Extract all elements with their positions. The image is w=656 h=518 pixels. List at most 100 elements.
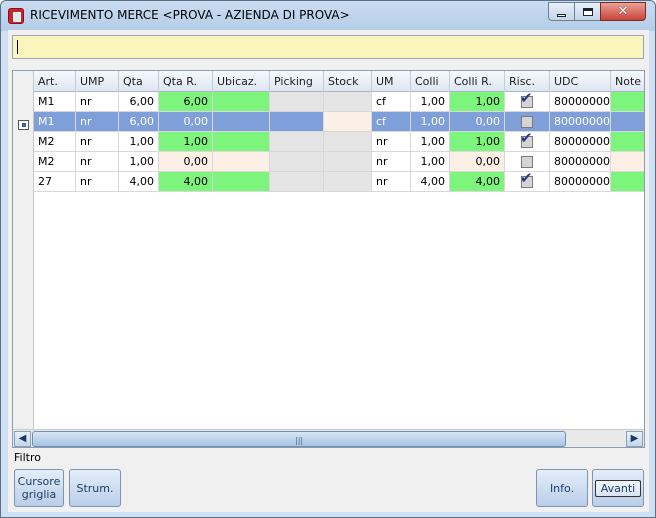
table-row[interactable]: M1 nr 6,00 6,00 cf 1,00 1,00 ✔ 800000001 bbox=[34, 92, 644, 112]
risc-checkbox-checked[interactable]: ✔ bbox=[520, 92, 533, 108]
column-header-um[interactable]: UM bbox=[372, 71, 411, 92]
cell-risc[interactable]: ✔ bbox=[505, 132, 550, 152]
cell-stock[interactable] bbox=[324, 92, 372, 112]
cell-ubicaz[interactable] bbox=[213, 172, 270, 192]
column-header-qta-r[interactable]: Qta R. bbox=[159, 71, 213, 92]
cell-qta[interactable]: 6,00 bbox=[119, 112, 159, 132]
column-header-colli-r[interactable]: Colli R. bbox=[450, 71, 505, 92]
cell-ump[interactable]: nr bbox=[76, 112, 119, 132]
cell-stock[interactable] bbox=[324, 132, 372, 152]
column-header-qta[interactable]: Qta bbox=[119, 71, 159, 92]
cell-ubicaz[interactable] bbox=[213, 112, 270, 132]
cell-colli[interactable]: 1,00 bbox=[411, 132, 450, 152]
cell-qta[interactable]: 1,00 bbox=[119, 132, 159, 152]
barcode-input[interactable] bbox=[12, 35, 644, 59]
scrollbar-thumb[interactable]: ||| bbox=[32, 431, 566, 447]
cell-note[interactable] bbox=[611, 112, 644, 132]
risc-checkbox-checked[interactable]: ✔ bbox=[520, 172, 533, 188]
cell-ump[interactable]: nr bbox=[76, 152, 119, 172]
column-header-ubicaz[interactable]: Ubicaz. bbox=[213, 71, 270, 92]
cell-colli-r[interactable]: 1,00 bbox=[450, 92, 505, 112]
cell-qta[interactable]: 4,00 bbox=[119, 172, 159, 192]
cell-colli[interactable]: 1,00 bbox=[411, 152, 450, 172]
cell-note[interactable] bbox=[611, 152, 644, 172]
avanti-button[interactable]: Avanti bbox=[592, 469, 644, 507]
cell-colli-r[interactable]: 4,00 bbox=[450, 172, 505, 192]
cell-art[interactable]: M1 bbox=[34, 92, 76, 112]
cell-art[interactable]: M1 bbox=[34, 112, 76, 132]
cell-art[interactable]: M2 bbox=[34, 152, 76, 172]
cell-picking[interactable] bbox=[270, 152, 324, 172]
cell-udc[interactable]: 800000005 bbox=[550, 172, 611, 192]
cell-risc[interactable] bbox=[505, 112, 550, 132]
cell-qta[interactable]: 1,00 bbox=[119, 152, 159, 172]
cell-colli[interactable]: 1,00 bbox=[411, 112, 450, 132]
cell-qta[interactable]: 6,00 bbox=[119, 92, 159, 112]
minimize-button[interactable] bbox=[548, 2, 575, 21]
cell-qta-r[interactable]: 4,00 bbox=[159, 172, 213, 192]
cell-um[interactable]: nr bbox=[372, 152, 411, 172]
cell-ump[interactable]: nr bbox=[76, 172, 119, 192]
cell-udc[interactable]: 800000004 bbox=[550, 152, 611, 172]
cell-picking[interactable] bbox=[270, 132, 324, 152]
column-header-risc[interactable]: Risc. bbox=[505, 71, 550, 92]
cell-ump[interactable]: nr bbox=[76, 92, 119, 112]
cell-ubicaz[interactable] bbox=[213, 152, 270, 172]
column-header-art[interactable]: Art. bbox=[34, 71, 76, 92]
table-row-selected[interactable]: M1 nr 6,00 0,00 cf 1,00 0,00 800000002 bbox=[34, 112, 644, 132]
cell-stock[interactable] bbox=[324, 172, 372, 192]
cell-um[interactable]: nr bbox=[372, 132, 411, 152]
cell-colli-r[interactable]: 0,00 bbox=[450, 112, 505, 132]
cell-udc[interactable]: 800000001 bbox=[550, 92, 611, 112]
column-header-ump[interactable]: UMP bbox=[76, 71, 119, 92]
cell-colli[interactable]: 1,00 bbox=[411, 92, 450, 112]
cell-risc[interactable]: ✔ bbox=[505, 172, 550, 192]
cell-ump[interactable]: nr bbox=[76, 132, 119, 152]
goods-grid[interactable]: Art. UMP Qta Qta R. Ubicaz. Picking Stoc… bbox=[12, 70, 645, 448]
column-header-udc[interactable]: UDC bbox=[550, 71, 611, 92]
strum-button[interactable]: Strum. bbox=[69, 469, 121, 507]
table-row[interactable]: M2 nr 1,00 0,00 nr 1,00 0,00 800000004 bbox=[34, 152, 644, 172]
cell-picking[interactable] bbox=[270, 172, 324, 192]
cell-colli[interactable]: 4,00 bbox=[411, 172, 450, 192]
risc-checkbox-checked[interactable]: ✔ bbox=[520, 132, 533, 148]
table-row[interactable]: M2 nr 1,00 1,00 nr 1,00 1,00 ✔ 800000003 bbox=[34, 132, 644, 152]
cursore-griglia-button[interactable]: Cursore griglia bbox=[14, 469, 64, 507]
cell-qta-r[interactable]: 6,00 bbox=[159, 92, 213, 112]
column-header-stock[interactable]: Stock bbox=[324, 71, 372, 92]
cell-stock-focused[interactable] bbox=[324, 112, 372, 132]
cell-picking[interactable] bbox=[270, 92, 324, 112]
cell-note[interactable] bbox=[611, 132, 644, 152]
cell-um[interactable]: cf bbox=[372, 112, 411, 132]
risc-checkbox-unchecked[interactable] bbox=[521, 115, 533, 128]
cell-ubicaz[interactable] bbox=[213, 132, 270, 152]
cell-qta-r[interactable]: 1,00 bbox=[159, 132, 213, 152]
cell-udc[interactable]: 800000003 bbox=[550, 132, 611, 152]
cell-art[interactable]: 27 bbox=[34, 172, 76, 192]
cell-risc[interactable]: ✔ bbox=[505, 92, 550, 112]
cell-stock[interactable] bbox=[324, 152, 372, 172]
cell-picking[interactable] bbox=[270, 112, 324, 132]
column-header-colli[interactable]: Colli bbox=[411, 71, 450, 92]
cell-um[interactable]: nr bbox=[372, 172, 411, 192]
cell-art[interactable]: M2 bbox=[34, 132, 76, 152]
cell-note[interactable] bbox=[611, 92, 644, 112]
table-row[interactable]: 27 nr 4,00 4,00 nr 4,00 4,00 ✔ 800000005 bbox=[34, 172, 644, 192]
risc-checkbox-unchecked[interactable] bbox=[521, 155, 533, 168]
cell-ubicaz[interactable] bbox=[213, 92, 270, 112]
cell-note[interactable] bbox=[611, 172, 644, 192]
cell-um[interactable]: cf bbox=[372, 92, 411, 112]
column-header-note[interactable]: Note bbox=[611, 71, 644, 92]
cell-risc[interactable] bbox=[505, 152, 550, 172]
cell-qta-r[interactable]: 0,00 bbox=[159, 112, 213, 132]
cell-colli-r[interactable]: 0,00 bbox=[450, 152, 505, 172]
close-button[interactable]: ✕ bbox=[600, 2, 646, 21]
app-icon[interactable] bbox=[8, 8, 24, 24]
scroll-right-button[interactable]: ▶ bbox=[626, 431, 643, 447]
scroll-left-button[interactable]: ◀ bbox=[14, 431, 31, 447]
cell-qta-r[interactable]: 0,00 bbox=[159, 152, 213, 172]
cell-udc[interactable]: 800000002 bbox=[550, 112, 611, 132]
column-header-picking[interactable]: Picking bbox=[270, 71, 324, 92]
maximize-button[interactable] bbox=[574, 2, 601, 21]
horizontal-scrollbar[interactable]: ◀ ||| ▶ bbox=[13, 429, 644, 447]
